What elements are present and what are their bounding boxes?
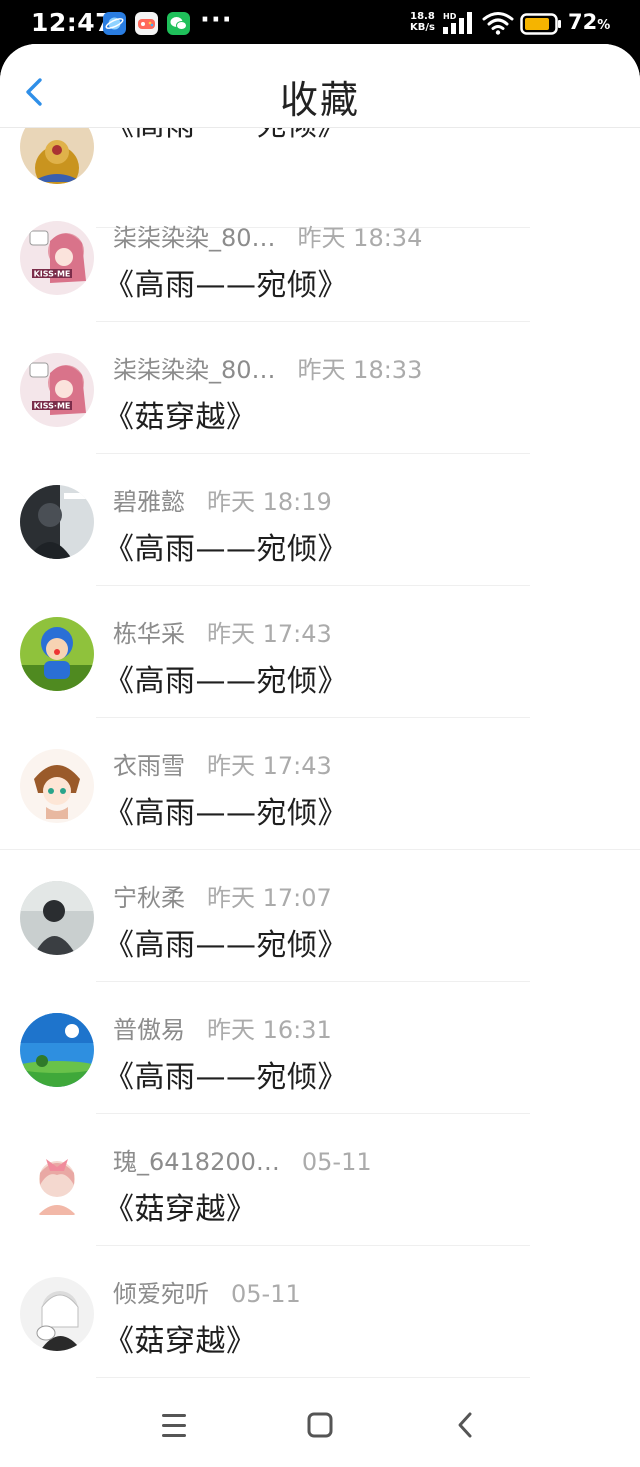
timestamp: 昨天 18:19 (207, 488, 332, 516)
item-meta: 碧雅懿 昨天 18:19 (113, 482, 332, 517)
divider (96, 1377, 530, 1378)
menu-button[interactable] (154, 1408, 194, 1444)
item-meta: 宁秋柔 昨天 17:07 (113, 878, 332, 913)
item-meta: 倾爱宛听 05-11 (113, 1274, 301, 1309)
song-title[interactable]: 《菇穿越》 (104, 1316, 257, 1360)
user-name[interactable]: 碧雅懿 (113, 488, 185, 516)
timestamp: 昨天 17:07 (207, 884, 332, 912)
avatar[interactable] (20, 881, 94, 955)
avatar[interactable] (20, 1145, 94, 1219)
wechat-icon (167, 12, 190, 35)
song-title[interactable]: 《菇穿越》 (104, 1184, 257, 1228)
net-speed-value: 18.8 (410, 11, 435, 22)
list-item[interactable]: 倾爱宛听 05-11 《菇穿越》 (0, 1246, 640, 1378)
battery-percent-sign: % (597, 18, 611, 33)
avatar[interactable] (20, 749, 94, 823)
song-title[interactable]: 《高雨——宛倾》 (104, 656, 348, 700)
battery-icon (520, 13, 562, 39)
song-title[interactable]: 《高雨——宛倾》 (104, 524, 348, 568)
wifi-icon (482, 11, 514, 39)
phone-screen: 12:47 ··· 18.8 KB/s HD 72% KISS·ME 柒柒染染_… (0, 0, 640, 1467)
user-name[interactable]: 柒柒染染_80… (113, 224, 276, 252)
list-item[interactable]: 栋华采 昨天 17:43 《高雨——宛倾》 (0, 586, 640, 718)
avatar[interactable] (20, 617, 94, 691)
item-meta: 柒柒染染_80… 昨天 18:34 (113, 218, 422, 253)
avatar[interactable] (20, 1013, 94, 1087)
timestamp: 昨天 17:43 (207, 620, 332, 648)
battery-percent: 72% (568, 10, 610, 34)
user-name[interactable]: 栋华采 (113, 620, 185, 648)
timestamp: 昨天 16:31 (207, 1016, 332, 1044)
list-item[interactable]: KISS·ME 柒柒染染_80… 昨天 18:34 《高雨——宛倾》 (0, 190, 640, 322)
planet-app-icon (103, 12, 126, 35)
app-header: 收藏 (0, 44, 640, 128)
page-title: 收藏 (279, 78, 360, 122)
nav-back-button[interactable] (446, 1408, 486, 1444)
avatar[interactable] (20, 1277, 94, 1351)
item-meta: 柒柒染染_80… 昨天 18:33 (113, 350, 422, 385)
user-name[interactable]: 衣雨雪 (113, 752, 185, 780)
song-title[interactable]: 《菇穿越》 (104, 392, 257, 436)
status-time: 12:47 (31, 8, 114, 37)
song-title[interactable]: 《高雨——宛倾》 (104, 788, 348, 832)
system-nav-bar (0, 1384, 640, 1467)
menu-icon (162, 1414, 186, 1437)
back-chevron-icon (458, 1412, 472, 1438)
timestamp: 05-11 (301, 1148, 372, 1176)
avatar[interactable]: KISS·ME (20, 221, 94, 295)
more-notifications-icon: ··· (200, 5, 233, 35)
svg-text:KISS·ME: KISS·ME (34, 402, 71, 411)
svg-text:KISS·ME: KISS·ME (34, 270, 71, 279)
list-item[interactable]: KISS·ME 柒柒染染_80… 昨天 18:33 《菇穿越》 (0, 322, 640, 454)
user-name[interactable]: 宁秋柔 (113, 884, 185, 912)
avatar[interactable] (20, 485, 94, 559)
item-meta: 瑰_6418200… 05-11 (113, 1142, 372, 1177)
timestamp: 05-11 (231, 1280, 301, 1308)
item-meta: 普傲易 昨天 16:31 (113, 1010, 332, 1045)
list-item[interactable]: 瑰_6418200… 05-11 《菇穿越》 (0, 1114, 640, 1246)
user-name[interactable]: 柒柒染染_80… (113, 356, 276, 384)
network-speed: 18.8 KB/s HD (410, 11, 456, 33)
home-button[interactable] (300, 1408, 340, 1444)
timestamp: 昨天 17:43 (207, 752, 332, 780)
song-title[interactable]: 《高雨——宛倾》 (104, 1052, 348, 1096)
song-title[interactable]: 《高雨——宛倾》 (104, 260, 348, 304)
battery-percent-value: 72 (568, 10, 598, 34)
list-item[interactable]: 碧雅懿 昨天 18:19 《高雨——宛倾》 (0, 454, 640, 586)
song-title[interactable]: 《高雨——宛倾》 (104, 920, 348, 964)
favorites-page: 《高雨——宛倾》 KISS·ME 柒柒染 (0, 44, 640, 1467)
user-name[interactable]: 倾爱宛听 (113, 1280, 209, 1308)
user-name[interactable]: 瑰_6418200… (113, 1148, 280, 1176)
signal-icon (443, 12, 475, 38)
list-item[interactable]: 普傲易 昨天 16:31 《高雨——宛倾》 (0, 982, 640, 1114)
favorites-list[interactable]: 《高雨——宛倾》 KISS·ME 柒柒染 (0, 44, 640, 1384)
avatar[interactable]: KISS·ME (20, 353, 94, 427)
net-speed-unit: KB/s (410, 22, 435, 33)
home-square-icon (307, 1412, 333, 1438)
timestamp: 昨天 18:33 (297, 356, 423, 384)
user-name[interactable]: 普傲易 (113, 1016, 185, 1044)
item-meta: 栋华采 昨天 17:43 (113, 614, 332, 649)
timestamp: 昨天 18:34 (297, 224, 423, 252)
list-item[interactable]: 宁秋柔 昨天 17:07 《高雨——宛倾》 (0, 850, 640, 982)
game-app-icon (135, 12, 158, 35)
item-meta: 衣雨雪 昨天 17:43 (113, 746, 332, 781)
status-bar: 12:47 ··· 18.8 KB/s HD 72% (0, 0, 640, 48)
header-divider (0, 127, 640, 128)
list-item[interactable]: 衣雨雪 昨天 17:43 《高雨——宛倾》 (0, 718, 640, 850)
